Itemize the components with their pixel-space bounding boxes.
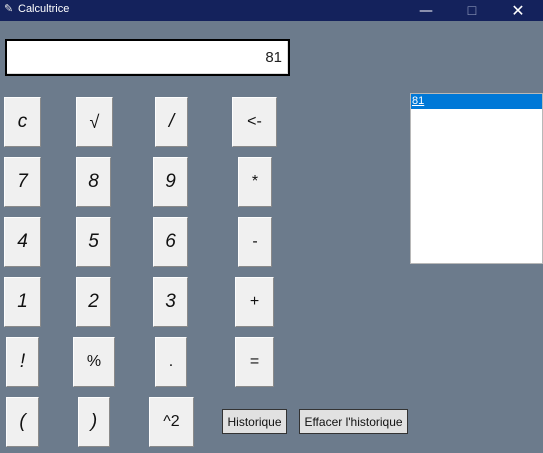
two-key[interactable]: 2 <box>76 277 111 327</box>
minus-key[interactable]: - <box>238 217 272 267</box>
decimal-key[interactable]: . <box>155 337 187 387</box>
backspace-key[interactable]: <- <box>232 97 277 147</box>
history-item[interactable]: 81 <box>411 94 542 109</box>
power-key[interactable]: ^2 <box>149 397 194 447</box>
nine-key[interactable]: 9 <box>153 157 188 207</box>
close-button[interactable]: ✕ <box>495 0 541 21</box>
clear-history-button[interactable]: Effacer l'historique <box>299 409 408 434</box>
one-key[interactable]: 1 <box>4 277 41 327</box>
right-paren-key[interactable]: ) <box>78 397 110 447</box>
equals-key[interactable]: = <box>235 337 274 387</box>
left-paren-key[interactable]: ( <box>6 397 39 447</box>
six-key[interactable]: 6 <box>153 217 188 267</box>
history-list[interactable]: 81 <box>410 93 543 264</box>
multiply-key[interactable]: * <box>238 157 272 207</box>
feather-icon: ✎ <box>4 2 14 15</box>
minimize-button[interactable]: — <box>403 0 449 21</box>
sqrt-key[interactable]: √ <box>76 97 113 147</box>
window-title: Calcultrice <box>18 3 70 15</box>
result-display[interactable]: 81 <box>5 39 290 76</box>
show-history-button[interactable]: Historique <box>222 409 287 434</box>
factorial-key[interactable]: ! <box>6 337 39 387</box>
plus-key[interactable]: + <box>235 277 274 327</box>
five-key[interactable]: 5 <box>76 217 111 267</box>
title-bar: ✎ Calcultrice — ☐ ✕ <box>0 0 543 21</box>
seven-key[interactable]: 7 <box>4 157 41 207</box>
maximize-button[interactable]: ☐ <box>449 0 495 21</box>
three-key[interactable]: 3 <box>153 277 188 327</box>
four-key[interactable]: 4 <box>4 217 41 267</box>
clear-key[interactable]: c <box>4 97 41 147</box>
divide-key[interactable]: / <box>155 97 188 147</box>
eight-key[interactable]: 8 <box>76 157 111 207</box>
percent-key[interactable]: % <box>73 337 115 387</box>
